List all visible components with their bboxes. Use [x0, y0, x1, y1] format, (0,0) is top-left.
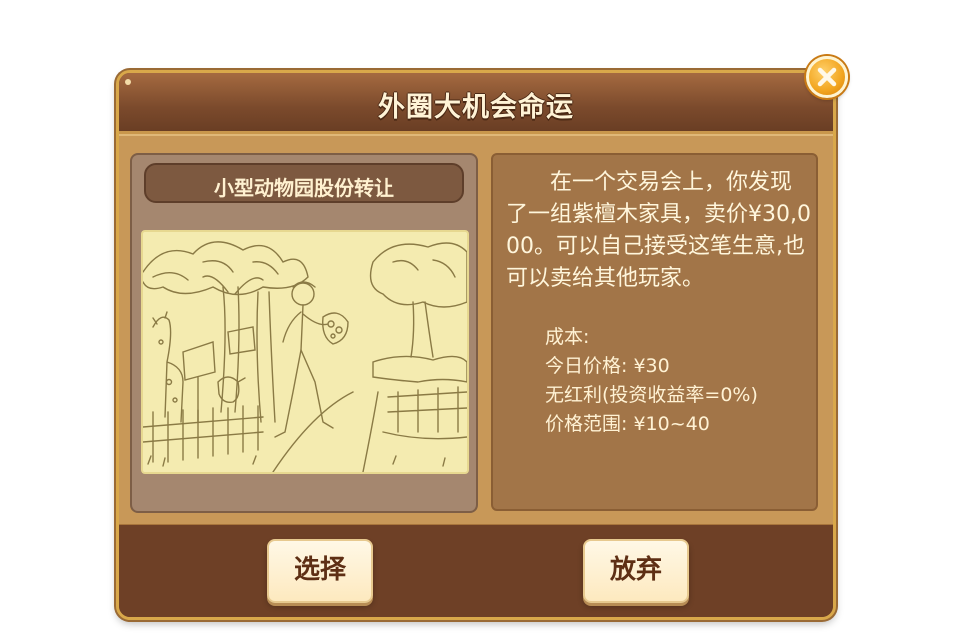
cost-label: 成本:	[545, 326, 590, 348]
dialog-footer	[119, 525, 833, 617]
dialog-title: 外圈大机会命运	[378, 92, 574, 123]
dialog-content: 小型动物园股份转让 在一个交易会上，你发现了一组紫檀木家具，卖价¥30,000。…	[119, 134, 833, 527]
card-title-bar: 小型动物园股份转让	[144, 163, 464, 203]
opportunity-dialog: 外圈大机会命运 小型动物园股份转让 在一个交易会上，你发现了一组紫檀木家具，卖价…	[116, 70, 836, 620]
description-panel: 在一个交易会上，你发现了一组紫檀木家具，卖价¥30,000。可以自己接受这笔生意…	[491, 153, 818, 511]
abandon-button[interactable]: 放弃	[583, 539, 689, 603]
price-today: 今日价格: ¥30	[545, 355, 670, 377]
price-details: 成本: 今日价格: ¥30 无红利(投资收益率=0%) 价格范围: ¥10~40	[545, 323, 805, 439]
dialog-titlebar: 外圈大机会命运	[119, 73, 833, 134]
card-panel: 小型动物园股份转让	[130, 153, 478, 513]
dividend-info: 无红利(投资收益率=0%)	[545, 384, 758, 406]
event-description: 在一个交易会上，你发现了一组紫檀木家具，卖价¥30,000。可以自己接受这笔生意…	[506, 170, 811, 291]
sketch-drawing	[143, 241, 467, 472]
close-icon	[817, 67, 837, 87]
select-button[interactable]: 选择	[267, 539, 373, 603]
close-button[interactable]	[806, 56, 848, 98]
game-stage: 外圈大机会命运 小型动物园股份转让 在一个交易会上，你发现了一组紫檀木家具，卖价…	[0, 0, 960, 640]
price-range: 价格范围: ¥10~40	[545, 413, 710, 435]
card-title: 小型动物园股份转让	[214, 176, 394, 200]
zoo-sketch-illustration	[141, 230, 469, 474]
